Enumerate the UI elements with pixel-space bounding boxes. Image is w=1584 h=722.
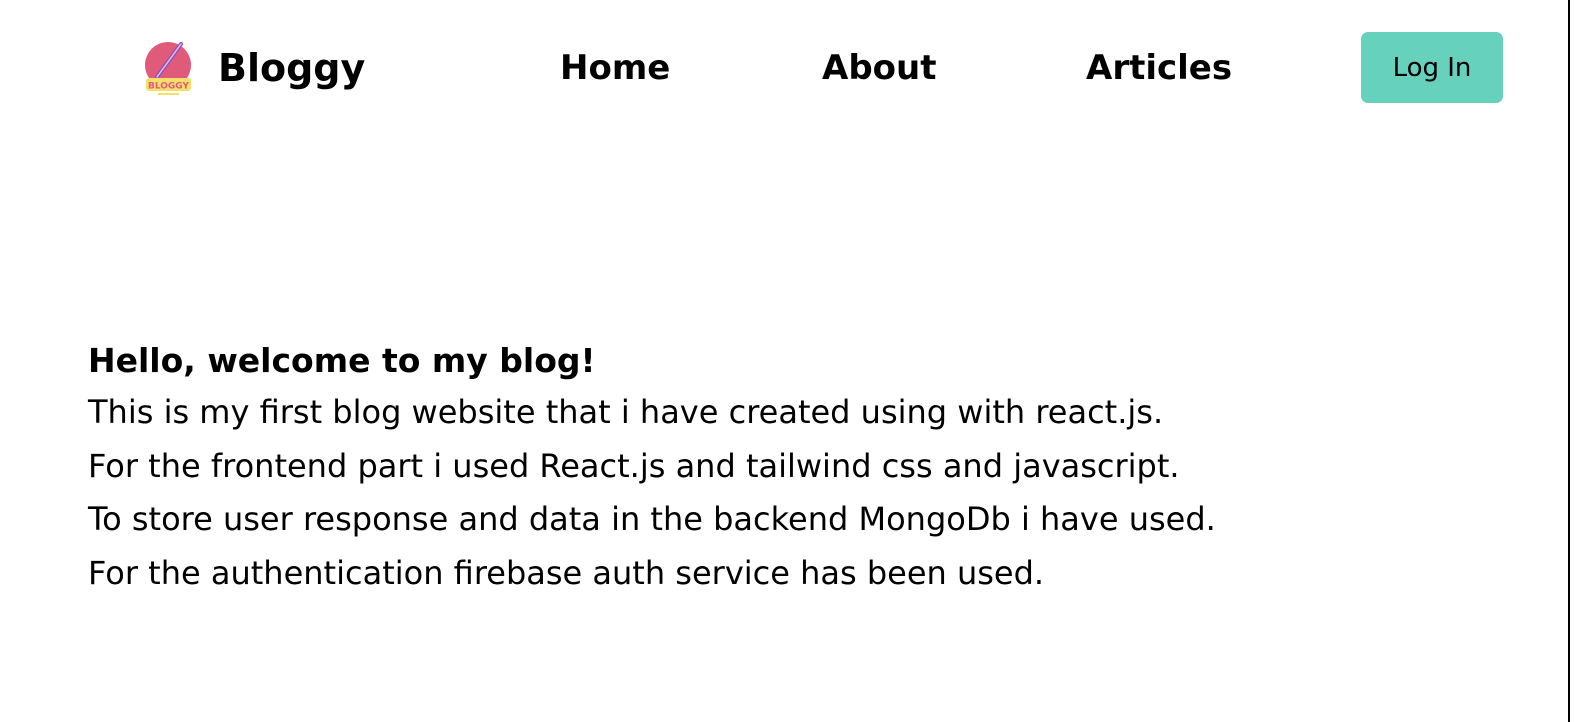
window-edge-divider bbox=[1568, 0, 1570, 722]
page: BLOGGY Bloggy Home About Articles Log In… bbox=[0, 0, 1584, 722]
nav-articles-link[interactable]: Articles bbox=[1086, 44, 1232, 92]
login-button[interactable]: Log In bbox=[1361, 32, 1503, 103]
main-content: Hello, welcome to my blog! This is my fi… bbox=[88, 336, 1388, 600]
logo-text: BLOGGY bbox=[148, 82, 190, 92]
brand-link[interactable]: BLOGGY Bloggy bbox=[144, 38, 365, 98]
nav-about-link[interactable]: About bbox=[822, 44, 936, 92]
brand-name: Bloggy bbox=[218, 46, 366, 90]
nav-home-link[interactable]: Home bbox=[560, 44, 670, 92]
welcome-heading: Hello, welcome to my blog! bbox=[88, 341, 596, 380]
intro-paragraph-2: For the frontend part i used React.js an… bbox=[88, 446, 1180, 485]
intro-paragraph-1: This is my first blog website that i hav… bbox=[88, 393, 1164, 431]
site-header: BLOGGY Bloggy Home About Articles Log In bbox=[0, 0, 1566, 136]
intro-paragraph-4: For the authentication firebase auth ser… bbox=[88, 553, 1045, 592]
intro-paragraph-3: To store user response and data in the b… bbox=[88, 500, 1216, 538]
bloggy-logo-icon: BLOGGY bbox=[145, 42, 191, 95]
